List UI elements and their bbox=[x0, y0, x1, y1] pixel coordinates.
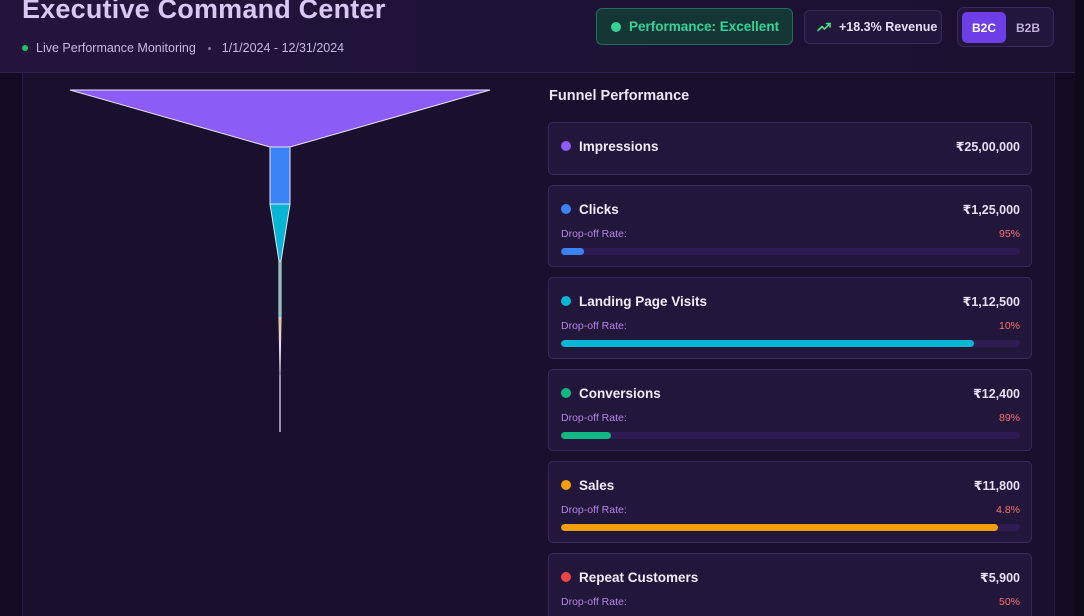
progress-bar-fill bbox=[561, 340, 975, 347]
funnel-segment-conversions bbox=[278, 260, 282, 319]
page-title: Executive Command Center bbox=[22, 0, 386, 24]
stage-name: Clicks bbox=[579, 201, 619, 217]
funnel-card-conversions: Conversions ₹12,400 Drop-off Rate: 89% bbox=[548, 369, 1032, 451]
scrollbar-track[interactable] bbox=[1075, 0, 1084, 616]
header-subline: Live Performance Monitoring 1/1/2024 - 1… bbox=[22, 40, 344, 56]
stage-color-dot bbox=[561, 480, 571, 490]
live-label: Live Performance Monitoring bbox=[36, 41, 196, 55]
progress-bar bbox=[561, 340, 1020, 347]
stage-value: ₹1,25,000 bbox=[962, 202, 1020, 217]
stage-name: Impressions bbox=[579, 138, 659, 154]
stage-value: ₹25,00,000 bbox=[955, 139, 1020, 154]
drop-off-label: Drop-off Rate: bbox=[561, 228, 627, 240]
revenue-badge: +18.3% Revenue bbox=[804, 10, 942, 44]
progress-bar-fill bbox=[561, 432, 612, 439]
funnel-card-sales: Sales ₹11,800 Drop-off Rate: 4.8% bbox=[548, 461, 1032, 543]
funnel-performance-title: Funnel Performance bbox=[549, 88, 690, 104]
stage-color-dot bbox=[561, 572, 571, 582]
funnel-card-landing-page-visits: Landing Page Visits ₹1,12,500 Drop-off R… bbox=[548, 277, 1032, 359]
drop-off-label: Drop-off Rate: bbox=[561, 320, 627, 332]
revenue-badge-label: +18.3% Revenue bbox=[839, 20, 938, 34]
funnel-card-clicks: Clicks ₹1,25,000 Drop-off Rate: 95% bbox=[548, 185, 1032, 267]
stage-value: ₹1,12,500 bbox=[962, 294, 1020, 309]
stage-name: Conversions bbox=[579, 385, 661, 401]
stage-color-dot bbox=[561, 141, 571, 151]
funnel-chart bbox=[69, 89, 491, 432]
performance-badge: Performance: Excellent bbox=[596, 8, 793, 45]
stage-value: ₹5,900 bbox=[980, 570, 1020, 585]
funnel-card-impressions: Impressions ₹25,00,000 bbox=[548, 122, 1032, 175]
header-bar: Executive Command Center Live Performanc… bbox=[0, 0, 1075, 73]
stage-name: Sales bbox=[579, 477, 615, 493]
date-range: 1/1/2024 - 12/31/2024 bbox=[221, 41, 345, 55]
funnel-segment-impressions bbox=[69, 89, 491, 148]
progress-bar-fill bbox=[561, 524, 998, 531]
stage-value: ₹12,400 bbox=[973, 386, 1020, 401]
segment-b2c-button[interactable]: B2C bbox=[962, 12, 1006, 43]
drop-off-label: Drop-off Rate: bbox=[561, 596, 627, 608]
progress-bar-fill bbox=[561, 248, 584, 255]
performance-badge-label: Performance: Excellent bbox=[629, 19, 780, 34]
performance-status-dot bbox=[611, 21, 621, 32]
stage-color-dot bbox=[561, 296, 571, 306]
stage-name: Repeat Customers bbox=[579, 569, 699, 585]
drop-off-rate: 50% bbox=[998, 596, 1020, 608]
stage-color-dot bbox=[561, 204, 571, 214]
funnel-segment-clicks bbox=[269, 146, 291, 205]
funnel-segment-landing-page-visits bbox=[269, 203, 291, 262]
drop-off-rate: 4.8% bbox=[996, 504, 1020, 516]
drop-off-label: Drop-off Rate: bbox=[561, 412, 627, 424]
separator-dot bbox=[207, 46, 211, 50]
funnel-card-repeat-customers: Repeat Customers ₹5,900 Drop-off Rate: 5… bbox=[548, 553, 1032, 616]
drop-off-rate: 10% bbox=[998, 320, 1020, 332]
drop-off-label: Drop-off Rate: bbox=[561, 504, 627, 516]
drop-off-rate: 95% bbox=[998, 228, 1020, 240]
stage-color-dot bbox=[561, 388, 571, 398]
drop-off-rate: 89% bbox=[998, 412, 1020, 424]
stage-value: ₹11,800 bbox=[973, 478, 1020, 493]
live-status-dot bbox=[22, 45, 28, 51]
trending-up-icon bbox=[817, 22, 831, 32]
stage-name: Landing Page Visits bbox=[579, 293, 708, 309]
progress-bar bbox=[561, 524, 1020, 531]
funnel-segment-sales bbox=[278, 317, 282, 376]
progress-bar bbox=[561, 248, 1020, 255]
segment-toggle: B2C B2B bbox=[957, 7, 1054, 47]
segment-b2b-button[interactable]: B2B bbox=[1006, 12, 1050, 43]
progress-bar bbox=[561, 432, 1020, 439]
